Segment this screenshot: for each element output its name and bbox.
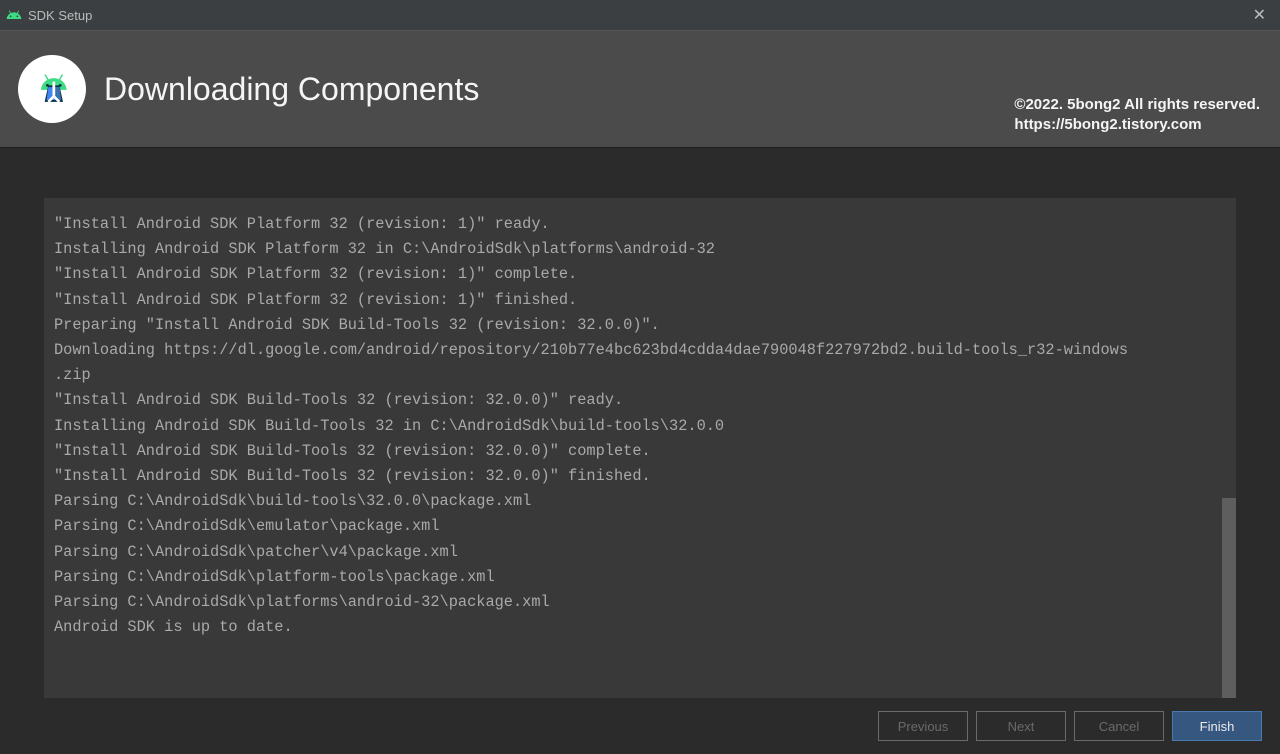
previous-button[interactable]: Previous [878,711,968,741]
watermark-line2: https://5bong2.tistory.com [1014,115,1260,135]
cancel-button[interactable]: Cancel [1074,711,1164,741]
watermark-line1: ©2022. 5bong2 All rights reserved. [1014,95,1260,115]
finish-button[interactable]: Finish [1172,711,1262,741]
scrollbar-track[interactable] [1222,198,1236,698]
watermark: ©2022. 5bong2 All rights reserved. https… [1014,95,1260,136]
close-icon[interactable]: ✕ [1253,5,1266,25]
log-output: "Install Android SDK Platform 32 (revisi… [54,212,1226,640]
log-panel: "Install Android SDK Platform 32 (revisi… [44,198,1236,698]
android-icon [6,7,22,23]
next-button[interactable]: Next [976,711,1066,741]
scrollbar-thumb[interactable] [1222,498,1236,698]
page-title: Downloading Components [104,71,479,108]
header: Downloading Components ©2022. 5bong2 All… [0,30,1280,148]
content-area: "Install Android SDK Platform 32 (revisi… [0,148,1280,698]
app-icon [18,55,86,123]
window-title: SDK Setup [28,8,92,23]
titlebar: SDK Setup ✕ [0,0,1280,30]
footer-buttons: Previous Next Cancel Finish [0,698,1280,754]
